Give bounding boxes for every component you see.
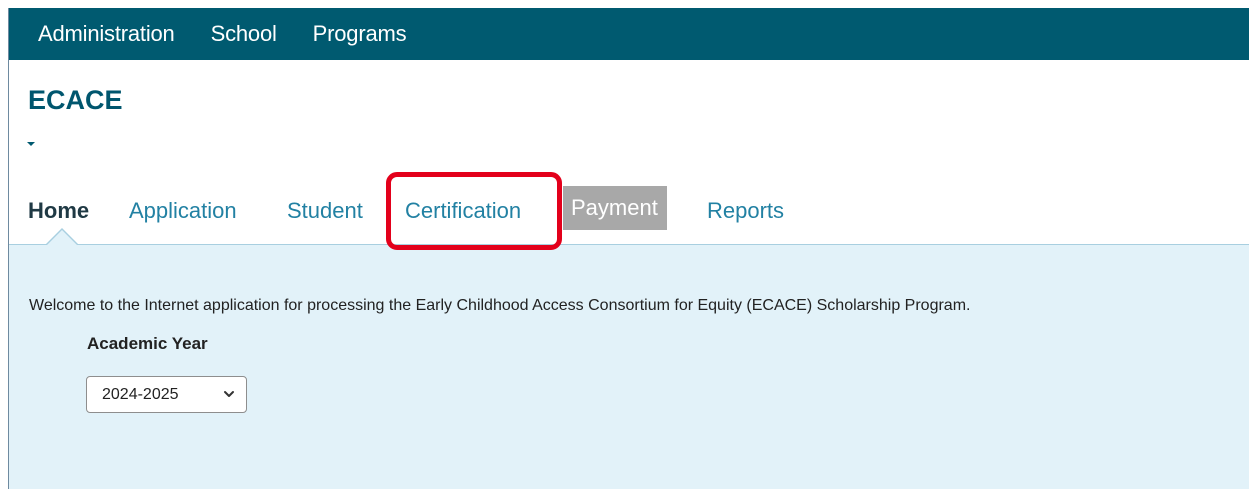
home-content-panel: Welcome to the Internet application for … xyxy=(9,244,1249,489)
menu-toggle[interactable] xyxy=(27,139,41,149)
tab-application[interactable]: Application xyxy=(129,198,237,224)
welcome-message: Welcome to the Internet application for … xyxy=(29,297,971,314)
caret-down-icon xyxy=(27,142,35,146)
page: Administration School Programs ECACE Hom… xyxy=(0,0,1249,489)
tab-bar: Home Application Student Certification P… xyxy=(9,183,1249,245)
academic-year-select[interactable]: 2024-2025 xyxy=(86,376,247,413)
app-title: ECACE xyxy=(28,85,123,115)
nav-programs[interactable]: Programs xyxy=(313,21,407,47)
academic-year-label: Academic Year xyxy=(87,334,208,353)
tab-student[interactable]: Student xyxy=(287,198,363,224)
tab-certification[interactable]: Certification xyxy=(405,198,521,224)
tab-home[interactable]: Home xyxy=(28,198,89,224)
chevron-down-icon xyxy=(224,391,234,397)
nav-administration[interactable]: Administration xyxy=(38,21,175,47)
tab-reports[interactable]: Reports xyxy=(707,198,784,224)
tab-payment: Payment xyxy=(563,186,667,230)
active-tab-pointer-fill xyxy=(46,230,78,246)
nav-school[interactable]: School xyxy=(211,21,277,47)
academic-year-value: 2024-2025 xyxy=(102,385,179,403)
top-navigation-bar: Administration School Programs xyxy=(9,8,1249,60)
